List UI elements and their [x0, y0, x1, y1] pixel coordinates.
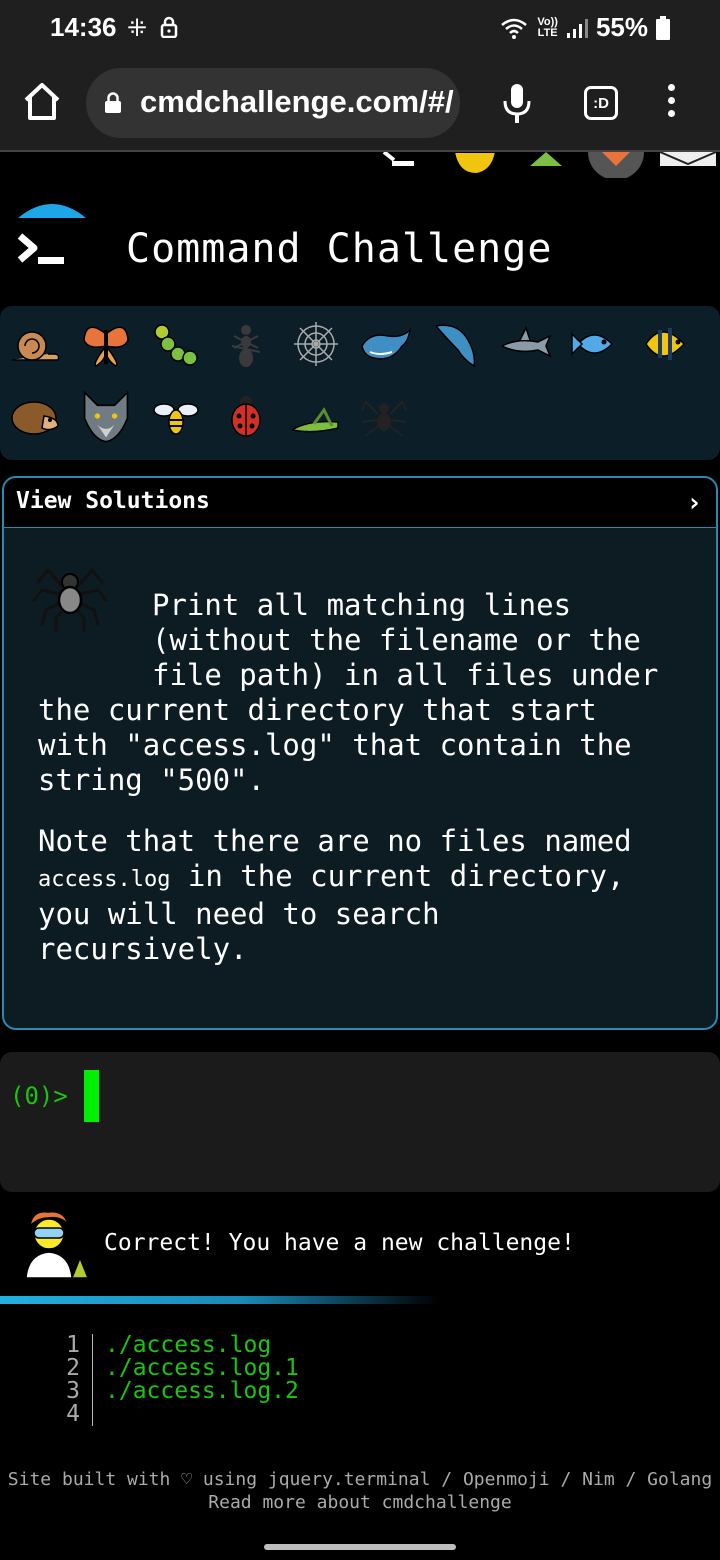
challenge-line: the current directory that start	[38, 693, 597, 727]
progress-bar	[0, 1296, 440, 1304]
terminal-cursor	[84, 1070, 99, 1122]
view-solutions-label: View Solutions	[16, 488, 210, 514]
address-bar[interactable]: cmdchallenge.com/#/	[86, 68, 460, 138]
chevron-right-icon: ›	[686, 488, 702, 518]
butterfly-icon[interactable]	[78, 316, 134, 372]
line-separator	[92, 1357, 93, 1380]
line-number: 4	[66, 1401, 80, 1427]
tree-icon-partial	[530, 152, 562, 166]
status-time: 14:36	[50, 12, 117, 42]
battery-percent: 55%	[595, 12, 648, 42]
hedgehog-icon[interactable]	[8, 388, 64, 444]
note-code: access.log	[38, 867, 171, 892]
line-separator	[92, 1380, 93, 1403]
challenge-line: with "access.log" that contain the	[38, 728, 632, 762]
challenge-card: View Solutions › Print all matching line…	[2, 476, 718, 1030]
caterpillar-icon[interactable]	[148, 316, 204, 372]
line-separator	[92, 1403, 93, 1426]
lte-indicator: Vo)) LTE	[537, 15, 558, 39]
tropical-fish-icon[interactable]	[638, 316, 694, 372]
output-text: ./access.log	[105, 1332, 272, 1358]
terminal-prompt: (0)>	[10, 1082, 68, 1110]
home-icon[interactable]	[22, 80, 62, 124]
lte-bottom-label: LTE	[537, 26, 558, 39]
ant-icon[interactable]	[218, 316, 274, 372]
challenge-line: (without the filename or the	[152, 623, 641, 657]
challenge-note: Note that there are no files named acces…	[38, 824, 698, 967]
url-text: cmdchallenge.com/#/	[140, 84, 454, 119]
output-line: 3 ./access.log.2	[60, 1380, 299, 1403]
prompt-icon-partial	[382, 152, 414, 166]
footer-credits[interactable]: Site built with ♡ using jquery.terminal …	[0, 1468, 720, 1491]
ladybug-icon[interactable]	[218, 388, 274, 444]
line-number: 1	[66, 1332, 80, 1358]
microphone-icon[interactable]	[500, 82, 534, 126]
signal-icon	[566, 18, 588, 38]
feedback-message: Correct! You have a new challenge!	[104, 1230, 575, 1256]
challenge-line: file path) in all files under	[152, 658, 659, 692]
spider-icon[interactable]	[356, 388, 412, 444]
spider-web-icon[interactable]	[288, 316, 344, 372]
line-number: 3	[66, 1378, 80, 1404]
lte-top-label: Vo))	[537, 15, 558, 28]
slack-icon: ⁜	[127, 15, 148, 42]
scientist-avatar	[25, 1211, 90, 1279]
tab-switcher-button[interactable]: :D	[584, 86, 618, 120]
browser-toolbar: cmdchallenge.com/#/ :D	[0, 56, 720, 152]
note-line: you will need to search	[38, 897, 440, 931]
challenge-line: string "500".	[38, 763, 265, 797]
command-output: 1 ./access.log 2 ./access.log.1 3 ./access.lo…	[60, 1334, 299, 1426]
lock-icon	[160, 16, 178, 38]
line-number: 2	[66, 1355, 80, 1381]
terminal-input[interactable]: (0)>	[0, 1052, 720, 1192]
fish-icon[interactable]	[568, 316, 624, 372]
secure-lock-icon	[105, 92, 121, 113]
cropped-icons-strip	[382, 152, 717, 178]
output-line: 4	[60, 1403, 299, 1426]
shark-icon[interactable]	[498, 316, 554, 372]
note-text: in the current directory,	[170, 859, 625, 893]
challenge-description: Print all matching lines (without the fi…	[38, 588, 698, 798]
bee-icon[interactable]	[148, 388, 204, 444]
view-solutions-header[interactable]: View Solutions ›	[4, 478, 716, 528]
line-separator	[92, 1334, 93, 1357]
status-bar: 14:36 ⁜ Vo)) LTE 55%	[0, 0, 720, 56]
overflow-menu-icon[interactable]	[662, 84, 680, 124]
wifi-icon	[501, 18, 528, 39]
note-line: Note that there are no files named	[38, 824, 632, 858]
challenge-line: Print all matching lines	[152, 588, 572, 622]
badge-panel	[0, 306, 720, 460]
envelope-icon-partial	[659, 152, 717, 166]
output-text: ./access.log.1	[105, 1355, 299, 1381]
battery-icon	[656, 15, 670, 40]
grasshopper-icon[interactable]	[288, 388, 344, 444]
note-line: access.log in the current directory,	[38, 859, 698, 897]
footer-about-link[interactable]: Read more about cmdchallenge	[0, 1491, 720, 1514]
note-line: recursively.	[38, 932, 248, 966]
hand-icon-partial	[452, 152, 498, 176]
output-text: ./access.log.2	[105, 1378, 299, 1404]
output-line: 1 ./access.log	[60, 1334, 299, 1357]
snail-icon[interactable]	[8, 316, 64, 372]
status-right: Vo)) LTE 55%	[499, 12, 670, 43]
site-logo	[17, 204, 86, 264]
output-line: 2 ./access.log.1	[60, 1357, 299, 1380]
footer: Site built with ♡ using jquery.terminal …	[0, 1468, 720, 1514]
dolphin-icon[interactable]	[428, 316, 484, 372]
whale-icon[interactable]	[358, 316, 414, 372]
fox-icon-partial	[588, 152, 644, 178]
gesture-nav-handle[interactable]	[264, 1544, 456, 1550]
site-title: Command Challenge	[126, 226, 553, 272]
wolf-icon[interactable]	[76, 386, 136, 446]
